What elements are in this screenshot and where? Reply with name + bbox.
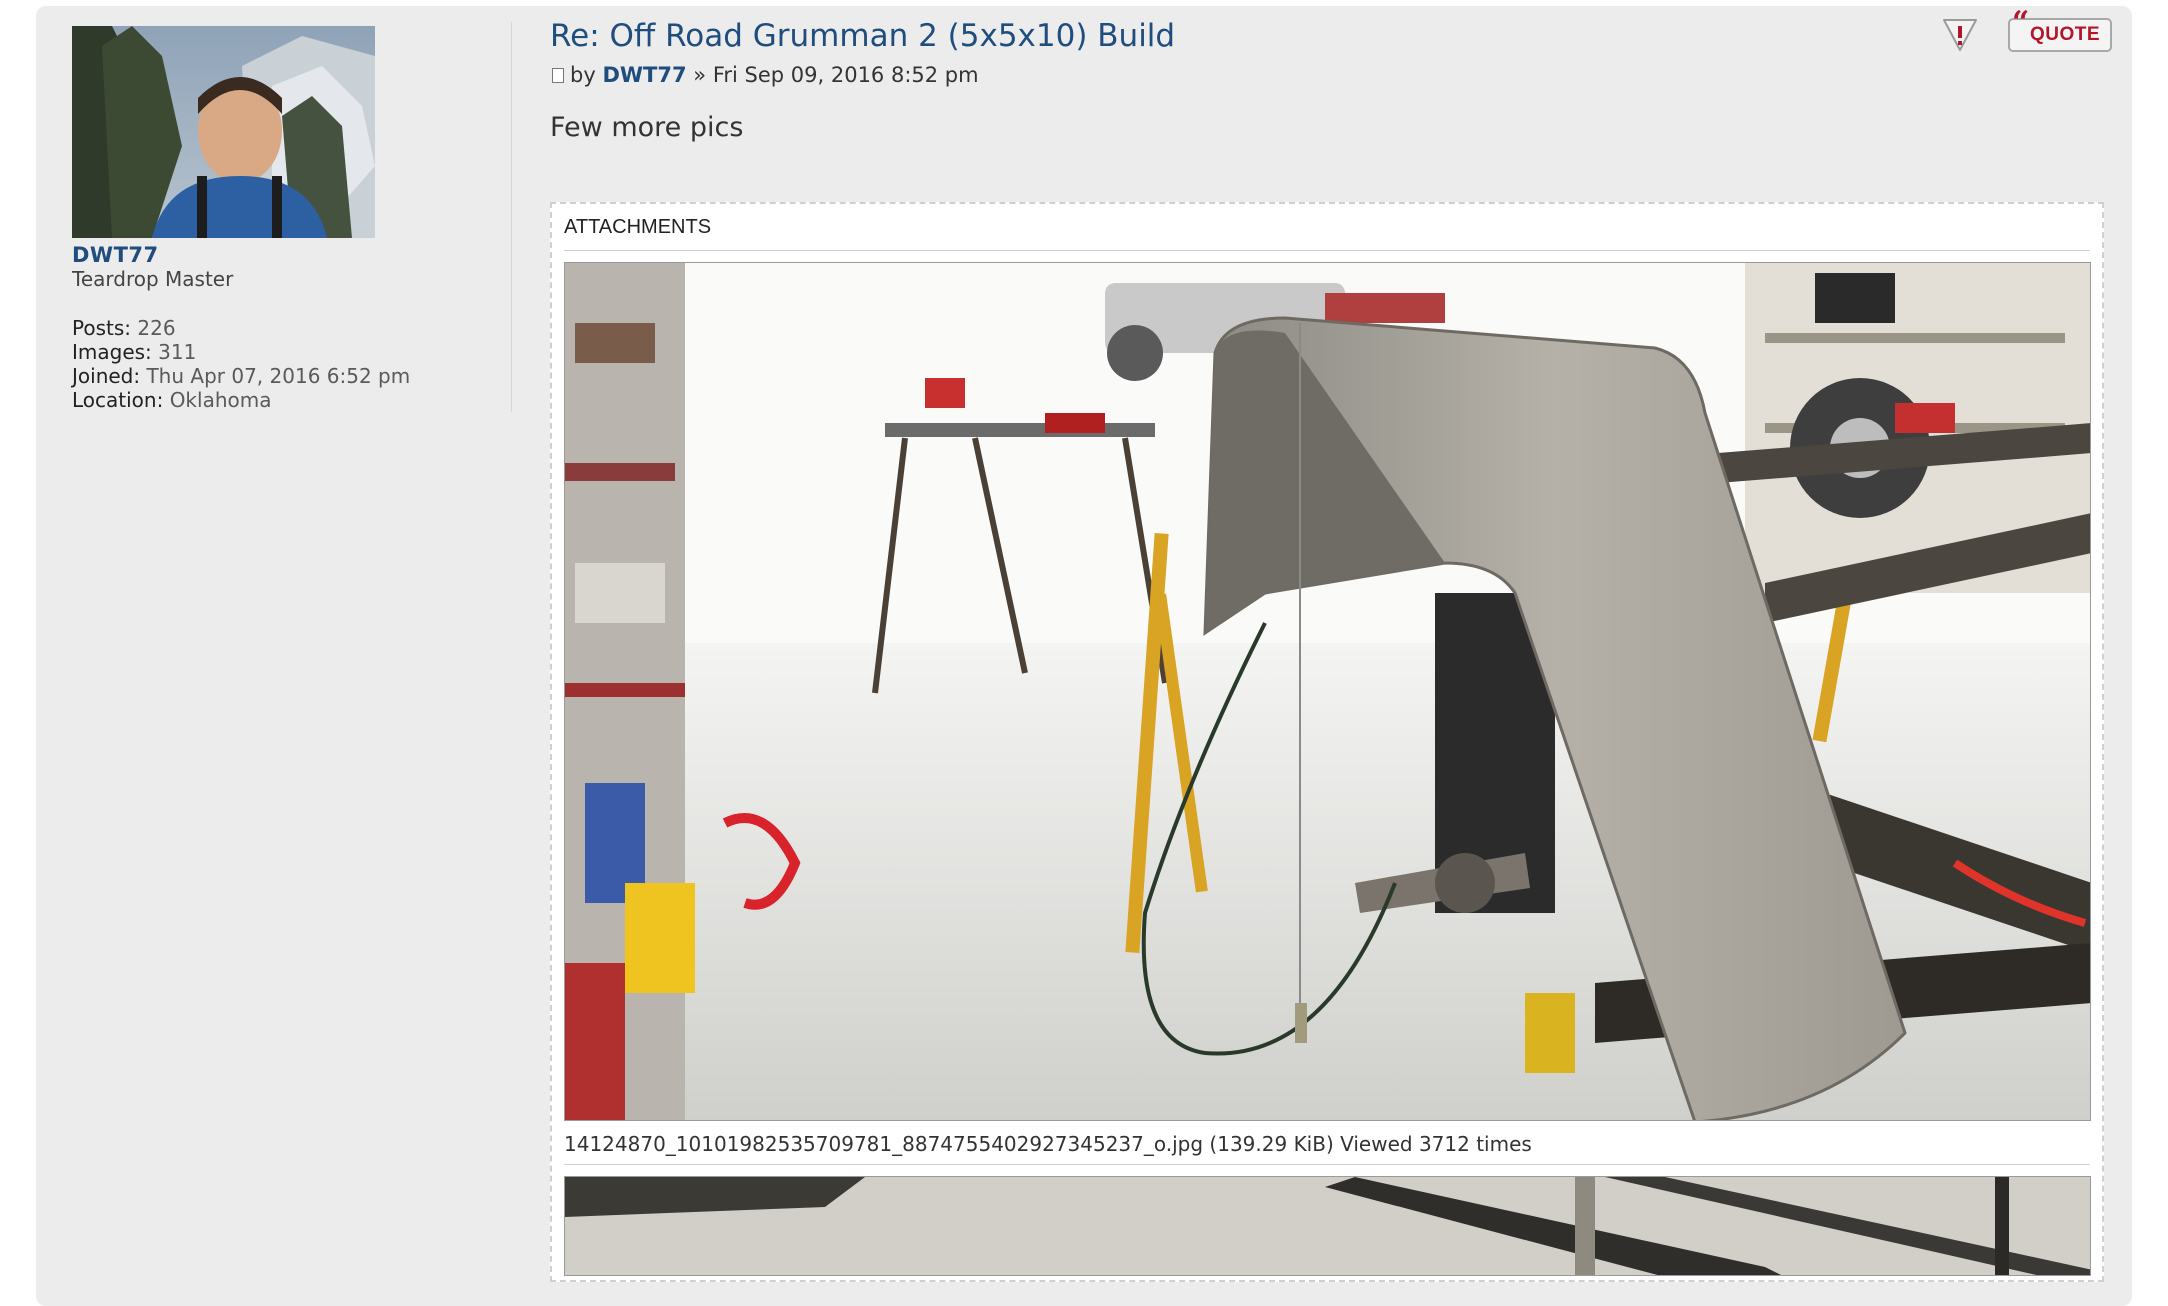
stat-value: 226 — [137, 316, 176, 340]
report-icon — [1943, 19, 1977, 51]
author-rank: Teardrop Master — [72, 267, 234, 291]
stat-value: Thu Apr 07, 2016 6:52 pm — [146, 364, 411, 388]
post-file-icon[interactable] — [552, 68, 564, 83]
meta-date: » Fri Sep 09, 2016 8:52 pm — [693, 63, 979, 87]
quote-icon: “ — [2012, 5, 2030, 40]
avatar[interactable] — [72, 26, 375, 238]
caption-divider — [564, 1164, 2090, 1165]
report-button[interactable] — [1940, 16, 1980, 54]
stat-label: Joined: — [72, 364, 141, 388]
quote-button-label: QUOTE — [2029, 24, 2101, 45]
post-meta: by DWT77 » Fri Sep 09, 2016 8:52 pm — [552, 63, 979, 87]
stat-value: 311 — [158, 340, 197, 364]
author-username[interactable]: DWT77 — [72, 243, 159, 267]
garage-photo — [565, 263, 2090, 1120]
stat-location: Location: Oklahoma — [72, 388, 410, 412]
column-divider — [511, 22, 512, 412]
attachments-label: ATTACHMENTS — [564, 216, 712, 238]
stat-posts: Posts: 226 — [72, 316, 410, 340]
stat-images: Images: 311 — [72, 340, 410, 364]
attachments-divider — [564, 250, 2090, 251]
stat-joined: Joined: Thu Apr 07, 2016 6:52 pm — [72, 364, 410, 388]
post-content: Few more pics — [550, 112, 744, 143]
stat-label: Images: — [72, 340, 152, 364]
meta-author-link[interactable]: DWT77 — [602, 63, 686, 87]
post-title[interactable]: Re: Off Road Grumman 2 (5x5x10) Build — [550, 18, 1175, 54]
stat-value: Oklahoma — [169, 388, 272, 412]
attachment-image[interactable] — [564, 262, 2091, 1121]
stat-label: Posts: — [72, 316, 132, 340]
frame-photo — [565, 1177, 2090, 1275]
attachment-image-2[interactable] — [564, 1176, 2091, 1276]
attachment-caption[interactable]: 14124870_10101982535709781_8874755402927… — [564, 1132, 1532, 1156]
stat-label: Location: — [72, 388, 164, 412]
quote-button[interactable]: “QUOTE — [2008, 8, 2112, 52]
meta-by: by — [570, 63, 596, 87]
author-stats: Posts: 226 Images: 311 Joined: Thu Apr 0… — [72, 316, 410, 412]
